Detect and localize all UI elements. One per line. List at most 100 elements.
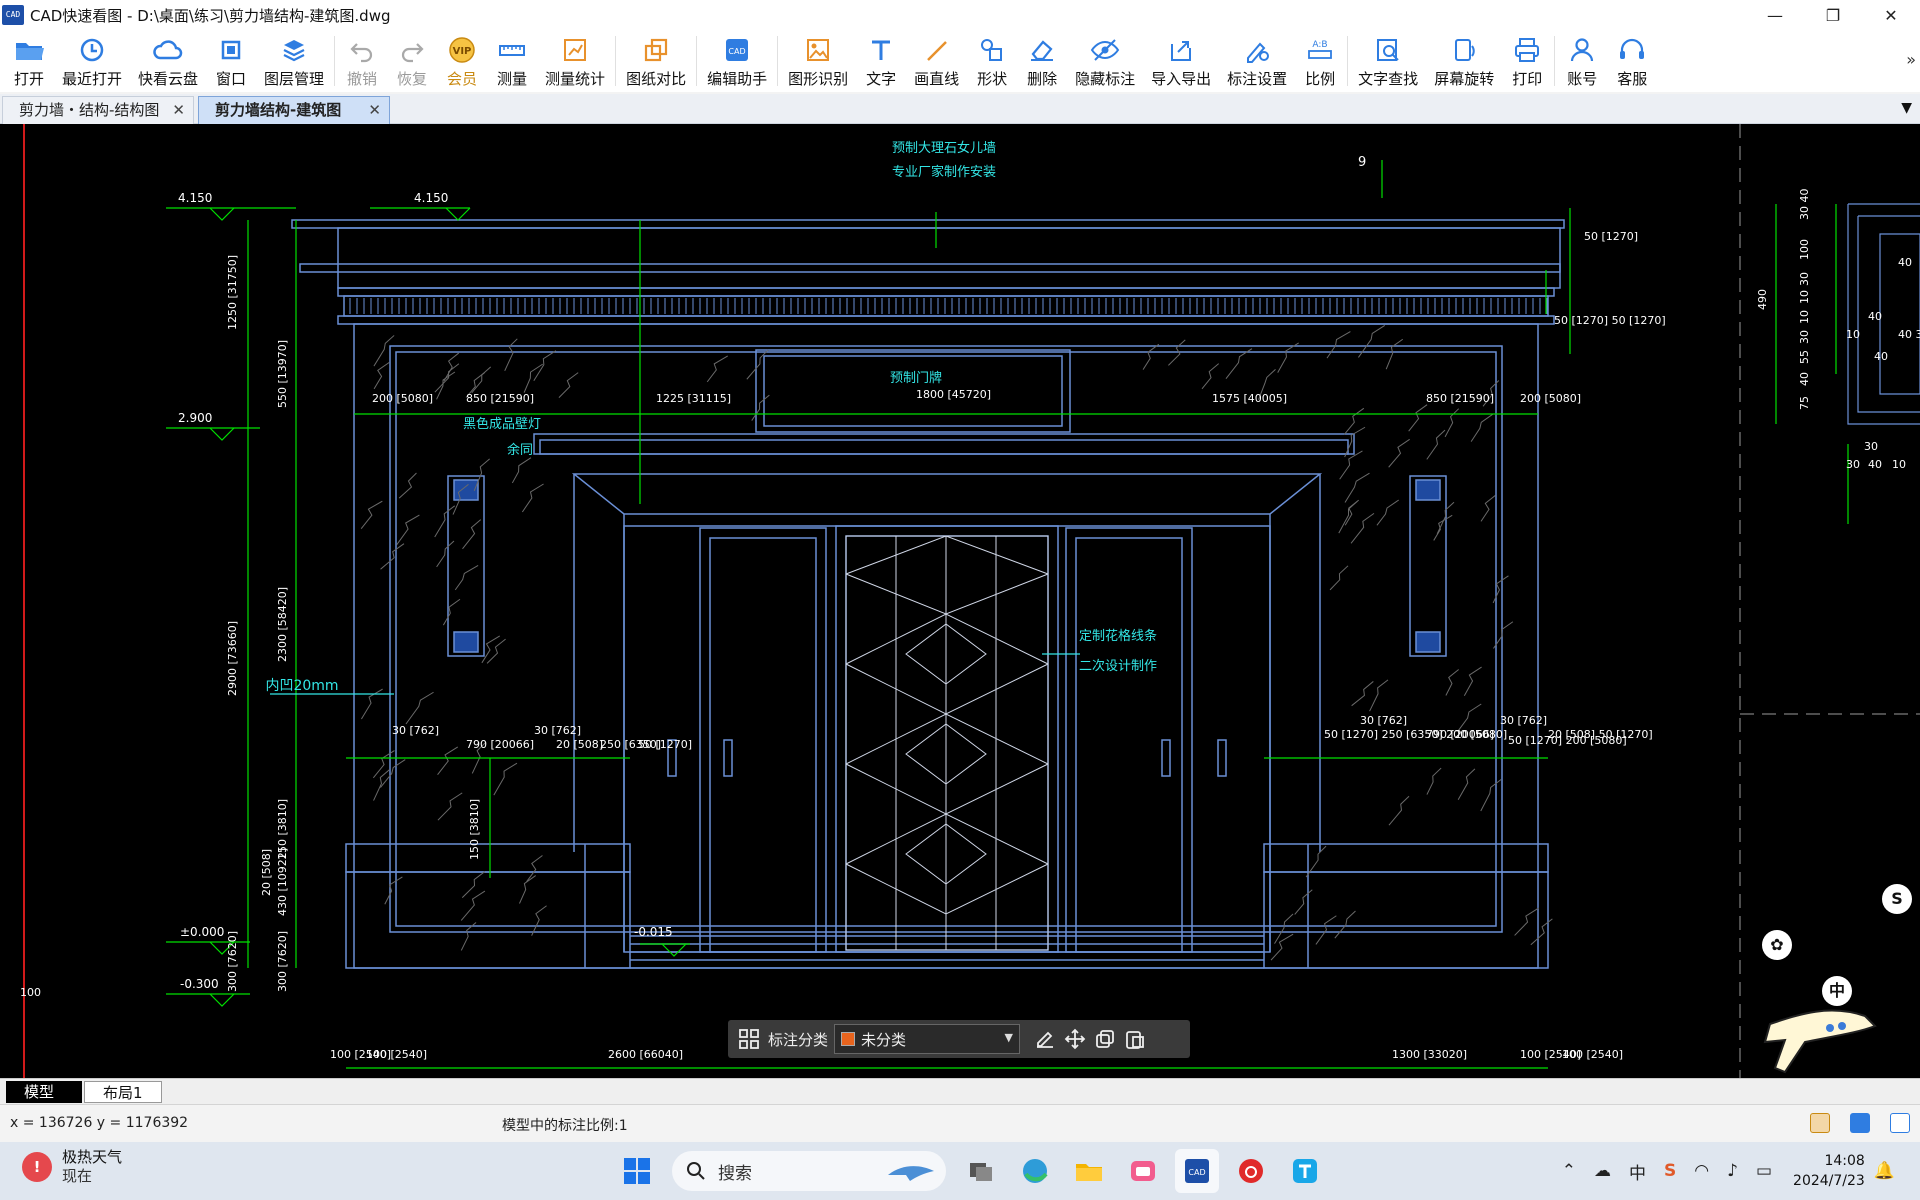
line-button[interactable]: 画直线 xyxy=(906,30,967,92)
image-export-icon[interactable] xyxy=(1810,1113,1830,1133)
dimension-text[interactable]: 1250 [31750] xyxy=(226,255,239,330)
annotation-settings-button[interactable]: 标注设置 xyxy=(1219,30,1295,92)
dimension-text[interactable]: 30 xyxy=(1798,272,1811,286)
dimension-text[interactable]: 40 xyxy=(1798,372,1811,386)
tab-list-dropdown-icon[interactable]: ▼ xyxy=(1901,100,1912,116)
annotation-text[interactable]: 余同 xyxy=(507,442,533,458)
annotation-text[interactable]: 预制大理石女儿墙 xyxy=(892,140,996,156)
minimize-button[interactable]: — xyxy=(1746,0,1804,30)
dimension-text[interactable]: 75 xyxy=(1798,396,1811,410)
dimension-text[interactable]: 30 [762] xyxy=(1360,714,1407,727)
edge-browser-icon[interactable] xyxy=(1013,1149,1057,1193)
dimension-text[interactable]: ±0.000 xyxy=(180,925,224,939)
dimension-text[interactable]: -0.015 xyxy=(634,925,673,939)
dimension-text[interactable]: 40 xyxy=(1868,458,1882,471)
drawing-canvas[interactable]: 预制大理石女儿墙 专业厂家制作安装 预制门牌 1800 [45720] 黑色成品壁灯 余同… xyxy=(0,124,1920,1078)
dimension-text[interactable]: 2.900 xyxy=(178,411,212,425)
edit-assistant-button[interactable]: CAD 编辑助手 xyxy=(699,30,775,92)
dimension-text[interactable]: 30 xyxy=(1846,458,1860,471)
file-explorer-icon[interactable] xyxy=(1067,1149,1111,1193)
star-icon[interactable]: ✿ xyxy=(1762,930,1792,960)
dimension-text[interactable]: 850 [21590] xyxy=(1426,392,1494,405)
dimension-text[interactable]: 30 [762] xyxy=(534,724,581,737)
task-view-icon[interactable] xyxy=(959,1149,1003,1193)
tab-layout1[interactable]: 布局1 xyxy=(84,1081,162,1103)
dimension-text[interactable]: 30 [762] xyxy=(392,724,439,737)
dimension-text[interactable]: 10 xyxy=(1892,458,1906,471)
dimension-text[interactable]: 1575 [40005] xyxy=(1212,392,1287,405)
dimension-text[interactable]: 1800 [45720] xyxy=(916,388,991,401)
dimension-text[interactable]: 2300 [58420] xyxy=(276,587,289,662)
dimension-text[interactable]: 200 [5080] xyxy=(372,392,433,405)
speaker-muted-icon[interactable]: ♪ xyxy=(1727,1161,1738,1181)
layers-button[interactable]: 图层管理 xyxy=(256,30,332,92)
weather-widget[interactable]: ! 极热天气 现在 xyxy=(22,1148,122,1186)
dimension-text[interactable]: 10 xyxy=(1798,290,1811,304)
annotation-text[interactable]: 定制花格线条 xyxy=(1079,628,1157,644)
dimension-text[interactable]: 200 [5080] xyxy=(1520,392,1581,405)
annotation-text[interactable]: 二次设计制作 xyxy=(1079,658,1157,674)
measure-button[interactable]: 测量 xyxy=(487,30,537,92)
rotate-screen-button[interactable]: 屏幕旋转 xyxy=(1426,30,1502,92)
clock[interactable]: 14:08 2024/7/23 xyxy=(1793,1151,1865,1191)
dimension-text[interactable]: 30 xyxy=(1864,440,1878,453)
dimension-text[interactable]: 300 [7620] xyxy=(226,931,239,992)
battery-icon[interactable]: ▭ xyxy=(1756,1161,1772,1181)
dimension-text[interactable]: 2600 [66040] xyxy=(608,1048,683,1061)
onedrive-icon[interactable]: ☁ xyxy=(1594,1161,1611,1181)
recent-button[interactable]: 最近打开 xyxy=(54,30,130,92)
text-button[interactable]: 文字 xyxy=(856,30,906,92)
account-button[interactable]: 账号 xyxy=(1557,30,1607,92)
support-button[interactable]: 客服 xyxy=(1607,30,1657,92)
input-language-indicator[interactable]: 中 xyxy=(1629,1159,1646,1184)
dimension-text[interactable]: 30 xyxy=(1798,330,1811,344)
dimension-text[interactable]: 100 [2540] xyxy=(1562,1048,1623,1061)
badge-s-icon[interactable]: S xyxy=(1882,884,1912,914)
copy-icon[interactable] xyxy=(1090,1025,1120,1053)
text-search-button[interactable]: 文字查找 xyxy=(1350,30,1426,92)
dimension-text[interactable]: 55 xyxy=(1798,350,1811,364)
measure-stats-button[interactable]: 测量统计 xyxy=(537,30,613,92)
dimension-text[interactable]: 300 [7620] xyxy=(276,931,289,992)
dimension-text[interactable]: 4.150 xyxy=(414,191,448,205)
compare-button[interactable]: 图纸对比 xyxy=(618,30,694,92)
ime-zh-icon[interactable]: 中 xyxy=(1822,976,1852,1006)
dimension-text[interactable]: -0.300 xyxy=(180,977,219,991)
chevron-up-icon[interactable]: ⌃ xyxy=(1562,1161,1576,1181)
dimension-text[interactable]: 9 xyxy=(1358,155,1366,170)
dimension-text[interactable]: 40 30 xyxy=(1898,328,1920,341)
taskbar-search-input[interactable]: 搜索 xyxy=(672,1151,946,1191)
toolbar-more-button[interactable]: » xyxy=(1906,50,1916,69)
dimension-text[interactable]: 10 xyxy=(1798,310,1811,324)
close-tab-icon[interactable]: ✕ xyxy=(172,97,185,123)
dimension-text[interactable]: 50 [1270] xyxy=(1584,230,1638,243)
dimension-text[interactable]: 30 40 xyxy=(1798,189,1811,221)
dimension-text[interactable]: 30 [762] xyxy=(1500,714,1547,727)
redo-button[interactable]: 恢复 xyxy=(387,30,437,92)
dimension-text[interactable]: 850 [21590] xyxy=(466,392,534,405)
dimension-text[interactable]: 20 [508] 50 [1270] xyxy=(1548,728,1653,741)
paste-icon[interactable] xyxy=(1120,1025,1150,1053)
tab-model[interactable]: 模型 xyxy=(6,1081,82,1103)
notification-bell-icon[interactable]: 🔔 xyxy=(1874,1161,1895,1181)
text-app-icon[interactable] xyxy=(1283,1149,1327,1193)
wifi-icon[interactable]: ◠ xyxy=(1694,1161,1709,1181)
dimension-text[interactable]: 20 [508] xyxy=(260,849,273,896)
netease-music-icon[interactable] xyxy=(1229,1149,1273,1193)
hide-annotation-button[interactable]: 隐藏标注 xyxy=(1067,30,1143,92)
dimension-text[interactable]: 2900 [73660] xyxy=(226,621,239,696)
shape-button[interactable]: 形状 xyxy=(967,30,1017,92)
dimension-text[interactable]: 430 [10922] xyxy=(276,848,289,916)
dimension-text[interactable]: 100 xyxy=(1798,239,1811,260)
undo-button[interactable]: 撤销 xyxy=(337,30,387,92)
airplane-mascot-icon[interactable] xyxy=(1760,984,1880,1078)
dimension-text[interactable]: 50 [1270] 50 [1270] xyxy=(1554,314,1666,327)
dimension-text[interactable]: 40 xyxy=(1868,310,1882,323)
dimension-text[interactable]: 20 [508] xyxy=(556,738,603,751)
fullscreen-icon[interactable] xyxy=(1890,1113,1910,1133)
annotation-text[interactable]: 预制门牌 xyxy=(890,370,942,386)
grid-icon[interactable] xyxy=(734,1025,764,1053)
window-button[interactable]: 窗口 xyxy=(206,30,256,92)
category-select[interactable]: 未分类 ▼ xyxy=(834,1024,1021,1054)
dimension-text[interactable]: 10 xyxy=(1846,328,1860,341)
